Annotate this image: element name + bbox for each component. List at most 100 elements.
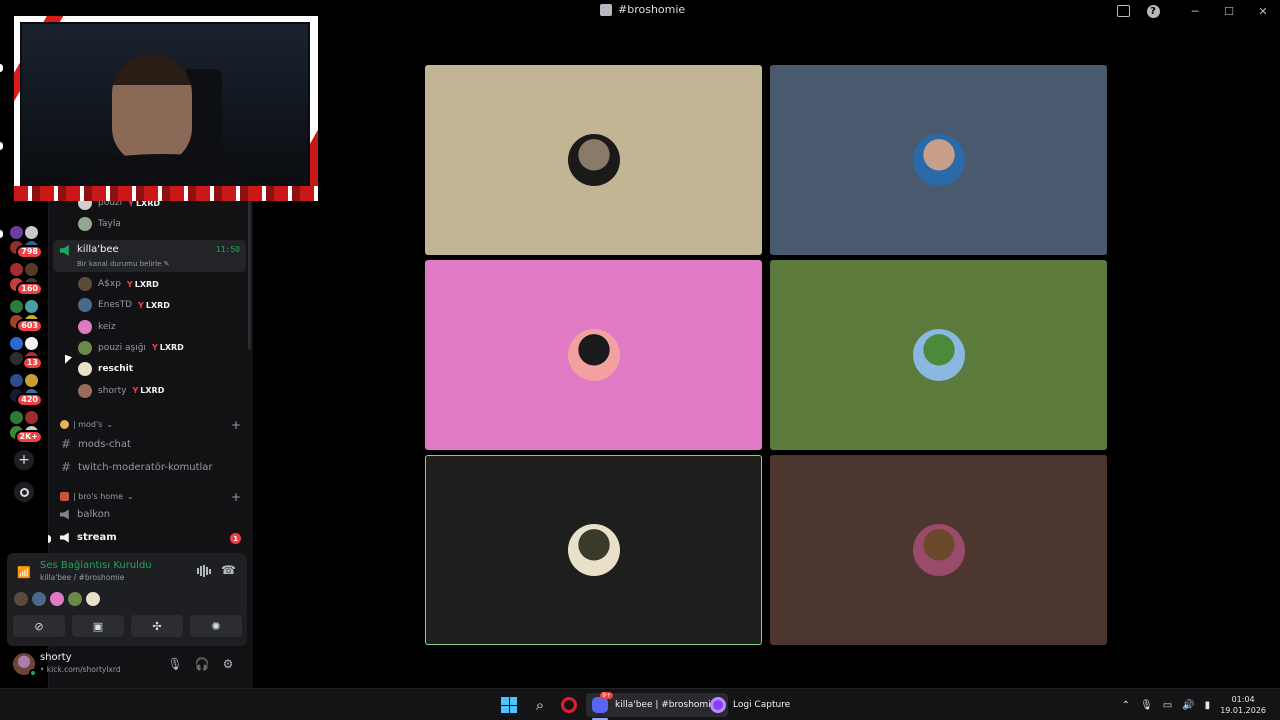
voice-user[interactable]: EnesTD Y LXRD [78,296,170,314]
avatar [78,383,92,398]
avatar [78,362,92,377]
headphones-button[interactable]: 🎧 [194,656,210,672]
display-icon[interactable]: ▭ [1163,700,1172,711]
video-tile[interactable] [770,65,1107,255]
screen-share-icon: ▣ [92,619,104,633]
activities-button[interactable]: ✣ [131,615,183,637]
inbox-icon [1116,5,1130,17]
category-emoji-icon [60,492,69,501]
video-tile[interactable] [425,455,762,645]
server-icon[interactable]: 420 [9,373,43,407]
noise-suppression-button[interactable] [197,565,211,577]
voice-channel-killabee[interactable]: killa'bee Bir kanal durumu belirle ✎ 11:… [53,240,246,272]
role-tag-label: LXRD [145,300,170,310]
voice-channel-status[interactable]: Bir kanal durumu belirle ✎ [77,260,170,268]
screen-share-button[interactable]: ▣ [72,615,124,637]
taskbar-app-logi-capture[interactable]: Logi Capture [704,693,796,717]
avatar [78,298,92,313]
taskbar: ⌕ 9+ killa'bee | #broshomie - Logi Captu… [0,688,1280,720]
server-icon[interactable]: 2K+ [9,410,43,444]
category-bros-home[interactable]: | bro's home ⌄ [60,492,134,501]
voice-user[interactable]: pouzi aşığı Y LXRD [78,339,184,357]
user-panel: shorty • kick.com/shortylxrd 🎙 🎧 ⚙ [7,648,247,684]
soundboard-icon: ✺ [211,619,221,633]
signal-icon[interactable]: 📶 [15,563,33,581]
speaker-tray-icon[interactable]: 🔊 [1182,700,1194,711]
role-tag: Y LXRD [127,280,159,289]
voice-user[interactable]: A$xp Y LXRD [78,275,159,293]
microphone-tray-icon[interactable]: 🎙 [1140,700,1153,711]
avatar [567,134,620,186]
microphone-button[interactable]: 🎙 [167,656,183,672]
add-server-button[interactable]: + [14,450,34,470]
server-mention-badge: 2K+ [14,430,43,444]
close-button[interactable]: ✕ [1246,0,1280,22]
avatar[interactable] [85,591,101,607]
voice-connection-location[interactable]: killa'bee / #broshomie [40,573,124,582]
voice-user[interactable]: keiz [78,318,116,336]
server-icon[interactable]: 603 [9,299,43,333]
window-title: #broshomie [600,3,685,16]
discover-servers-button[interactable] [14,482,34,502]
compass-icon [19,487,29,497]
avatar[interactable] [13,591,29,607]
voice-connection-panel: 📶 Ses Bağlantısı Kuruldu killa'bee / #br… [7,553,247,646]
user-name[interactable]: shorty [40,652,72,663]
channel-icon [600,3,612,16]
voice-user[interactable]: reschit [78,360,133,378]
help-button[interactable]: ? [1138,0,1168,22]
video-tile[interactable] [770,260,1107,450]
speaker-icon [60,245,69,256]
category-mods[interactable]: | mod's ⌄ [60,420,113,429]
activities-icon: ✣ [152,619,162,633]
avatar[interactable] [13,653,37,677]
avatar [912,134,965,186]
create-channel-button[interactable]: + [231,490,241,504]
settings-button[interactable]: ⚙ [220,656,236,672]
webcam-overlay [14,16,318,201]
role-tag-icon: Y [138,300,144,310]
video-tile[interactable] [425,260,762,450]
voice-channel-time: 11:50 [215,245,240,254]
role-tag: Y LXRD [152,343,184,352]
role-tag: Y LXRD [132,386,164,395]
sidebar-scrollbar[interactable] [248,200,251,350]
start-button[interactable] [501,697,517,713]
channel-balkon[interactable]: balkon [60,509,110,520]
category-label: | mod's [73,420,103,429]
server-icon[interactable]: 13 [9,336,43,370]
channel-mods-chat[interactable]: # mods-chat [60,437,131,451]
opera-browser-icon[interactable] [561,697,577,713]
avatar[interactable] [67,591,83,607]
channel-stream[interactable]: stream [60,532,117,543]
voice-user[interactable]: Tayla [78,215,121,233]
avatar[interactable] [31,591,47,607]
clock[interactable]: 01:04 19.01.2026 [1220,694,1266,716]
clock-date: 19.01.2026 [1220,706,1266,715]
battery-icon[interactable]: ▮ [1205,700,1211,711]
voice-user-name: keiz [98,321,116,332]
video-tile[interactable] [770,455,1107,645]
chevron-up-icon[interactable]: ⌃ [1122,700,1130,711]
maximize-button[interactable]: ☐ [1212,0,1246,22]
server-icon[interactable]: 160 [9,262,43,296]
disconnect-button[interactable]: ☎ [221,563,236,577]
voice-connection-status[interactable]: Ses Bağlantısı Kuruldu [40,560,152,571]
soundboard-button[interactable]: ✺ [190,615,242,637]
avatar[interactable] [49,591,65,607]
video-off-icon: ⊘ [34,619,44,633]
server-mention-badge: 798 [16,245,43,259]
webcam-feed [20,22,310,194]
channel-twitch-moderator-komutlar[interactable]: # twitch-moderatör-komutlar [60,460,213,474]
voice-user[interactable]: shorty Y LXRD [78,382,164,400]
search-button[interactable]: ⌕ [531,696,549,714]
taskbar-app-label: Logi Capture [733,700,791,710]
video-tile[interactable] [425,65,762,255]
camera-off-button[interactable]: ⊘ [13,615,65,637]
create-channel-button[interactable]: + [231,418,241,432]
inbox-button[interactable] [1108,0,1138,22]
voice-user-name: Tayla [98,219,121,229]
voice-user-name: reschit [98,364,134,375]
server-icon[interactable]: 798 [9,225,43,259]
minimize-button[interactable]: ─ [1178,0,1212,22]
